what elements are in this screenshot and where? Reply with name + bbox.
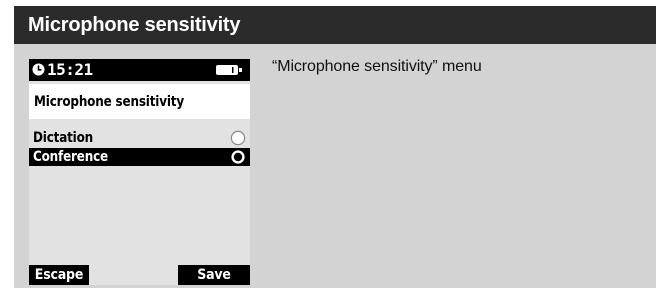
option-dictation[interactable]: Dictation (29, 129, 250, 147)
status-time: 15:21 (47, 60, 93, 79)
page-title: Microphone sensitivity (28, 13, 241, 36)
save-button[interactable]: Save (178, 265, 250, 285)
clock-icon (32, 63, 45, 76)
option-label: Conference (33, 149, 108, 165)
radio-unselected-icon[interactable] (230, 130, 246, 146)
header-bar: Microphone sensitivity (14, 6, 656, 44)
menu-title-bar: Microphone sensitivity (29, 84, 250, 119)
escape-button-label: Escape (34, 267, 84, 283)
option-label: Dictation (33, 130, 94, 146)
menu-title: Microphone sensitivity (34, 93, 184, 110)
save-button-label: Save (197, 267, 231, 283)
escape-button[interactable]: Escape (29, 265, 89, 285)
figure-caption: “Microphone sensitivity” menu (272, 58, 482, 75)
option-conference[interactable]: Conference (29, 148, 250, 166)
status-bar: 15:21 (29, 59, 250, 81)
content-panel: 15:21 Microphone sensitivity Dictation C… (14, 44, 656, 288)
device-screen: 15:21 Microphone sensitivity Dictation C… (29, 59, 250, 285)
battery-icon (216, 65, 242, 75)
radio-selected-icon[interactable] (230, 149, 246, 165)
